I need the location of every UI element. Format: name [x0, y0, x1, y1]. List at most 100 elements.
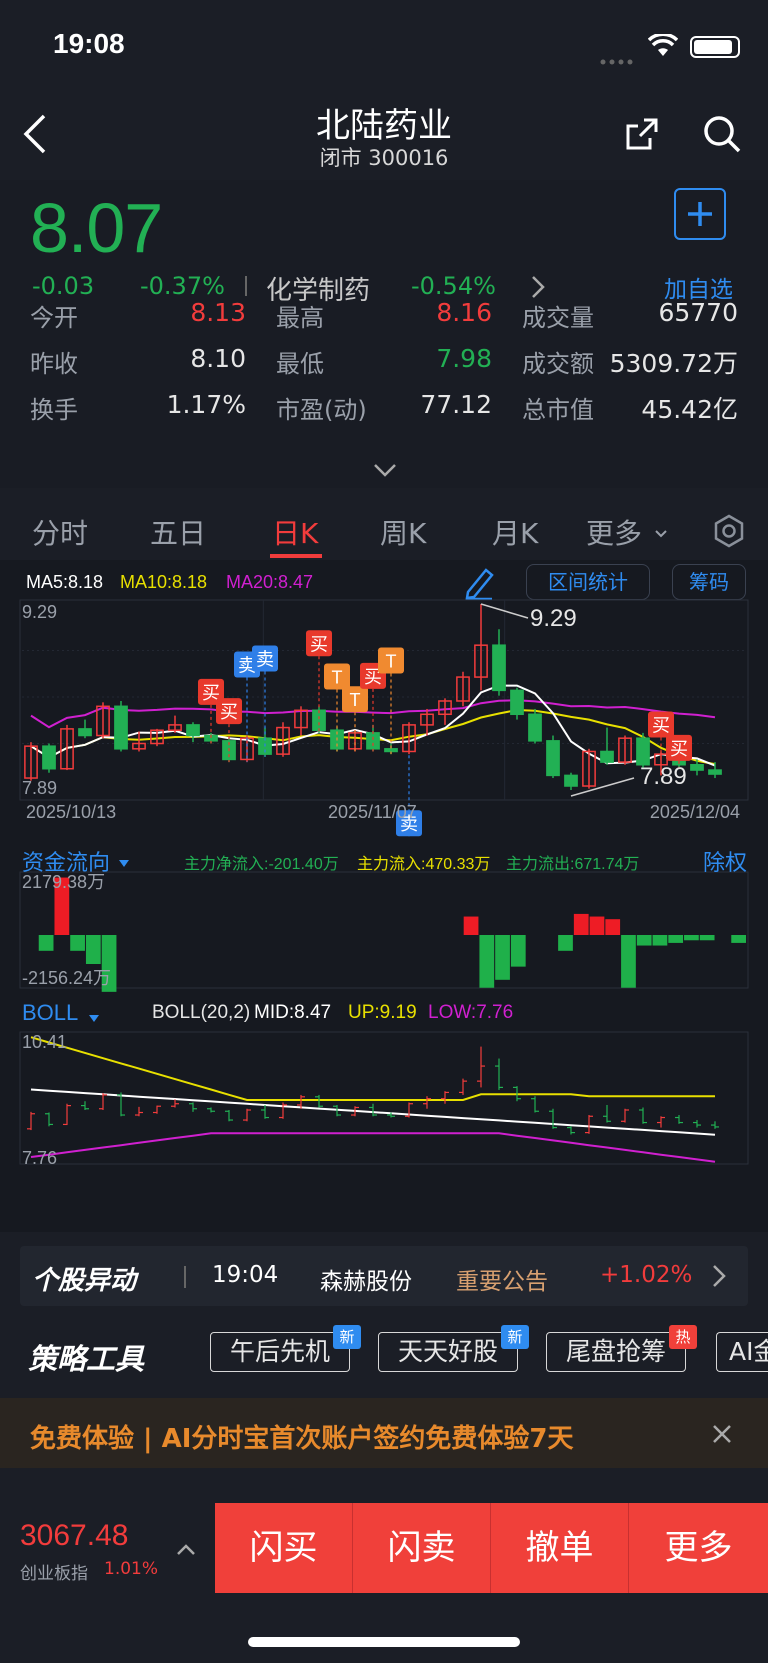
- current-price: 8.07: [30, 189, 163, 267]
- settings-hexagon-icon[interactable]: [712, 514, 746, 552]
- y-max-label: 9.29: [22, 602, 57, 622]
- chip-closing-grab[interactable]: 尾盘抢筹热: [546, 1325, 697, 1372]
- chip-afternoon[interactable]: 午后先机新: [210, 1325, 361, 1372]
- flash-buy-button[interactable]: 闪买: [215, 1503, 352, 1593]
- boll-low: LOW:7.76: [428, 1002, 514, 1023]
- boll-max-label: 10.41: [22, 1032, 67, 1052]
- close-icon[interactable]: [712, 1424, 732, 1448]
- stat-label: 昨收: [30, 350, 78, 378]
- tab-monthly-k[interactable]: 月K: [492, 512, 538, 552]
- boll-title[interactable]: BOLL: [22, 1000, 78, 1026]
- candle: [528, 713, 542, 742]
- alert-pct: +1.02%: [600, 1262, 693, 1288]
- chart-area[interactable]: MA5:8.18 MA10:8.18 MA20:8.47 区间统计 筹码 9.2…: [0, 560, 768, 1232]
- more-actions-button[interactable]: 更多: [629, 1503, 768, 1593]
- tab-more[interactable]: 更多: [586, 512, 642, 552]
- candle: [186, 724, 200, 737]
- date-start: 2025/10/13: [26, 802, 116, 822]
- trade-mark-label: T: [386, 652, 397, 672]
- ex-rights-button[interactable]: 除权: [703, 845, 747, 877]
- trade-mark-label: 买: [220, 702, 238, 722]
- trade-mark-label: 卖: [256, 650, 274, 670]
- divider: [352, 1503, 353, 1593]
- strategy-tools-bar: 策略工具 午后先机新 天天好股新 尾盘抢筹热 AI金: [0, 1318, 768, 1398]
- chevron-right-icon[interactable]: [712, 1264, 726, 1292]
- candle: [366, 732, 380, 750]
- stat-value: 1.17%: [166, 390, 246, 419]
- fund-bar: [510, 935, 526, 967]
- alert-stock: 森赫股份: [320, 1269, 412, 1295]
- fund-bar: [38, 935, 54, 951]
- chip-ai[interactable]: AI金: [716, 1332, 768, 1372]
- fund-bar: [70, 935, 85, 951]
- stat-label: 最高: [276, 304, 324, 332]
- candle: [384, 748, 398, 753]
- fund-bar: [731, 935, 746, 943]
- battery-icon: [690, 36, 740, 58]
- wifi-icon: [647, 32, 679, 62]
- candle: [42, 745, 56, 770]
- trade-mark-label: T: [350, 690, 361, 710]
- stat-label: 成交量: [522, 304, 594, 332]
- tab-active-indicator: [270, 554, 322, 558]
- date-mid: 2025/11/07: [328, 802, 417, 822]
- stat-value: 7.98: [436, 344, 492, 373]
- stat-value: 8.10: [190, 344, 246, 373]
- hidden-tabs-strip: [0, 1478, 768, 1503]
- add-watchlist-button[interactable]: [674, 188, 726, 240]
- candle: [78, 728, 92, 737]
- fund-bar: [684, 935, 699, 941]
- tab-five-day[interactable]: 五日: [150, 512, 206, 552]
- stock-alert-banner[interactable]: 个股异动 19:04 森赫股份 重要公告 +1.02%: [20, 1246, 748, 1306]
- cancel-order-button[interactable]: 撤单: [491, 1503, 628, 1593]
- expand-chevron-icon[interactable]: [372, 462, 398, 482]
- low-label: 7.89: [640, 763, 687, 790]
- stat-label: 最低: [276, 350, 324, 378]
- chevron-down-icon: [654, 524, 668, 543]
- promo-banner[interactable]: 免费体验 | AI分时宝首次账户签约免费体验7天: [0, 1398, 768, 1468]
- fund-bar: [699, 935, 715, 941]
- boll-dropdown-icon[interactable]: [88, 1009, 100, 1028]
- stat-value: 65770: [658, 298, 738, 327]
- candle: [114, 705, 128, 750]
- tab-intraday[interactable]: 分时: [32, 512, 88, 552]
- chevron-up-icon[interactable]: [176, 1541, 196, 1560]
- plus-icon: [688, 202, 712, 226]
- trade-mark-label: 买: [310, 634, 328, 654]
- tab-weekly-k[interactable]: 周K: [380, 512, 426, 552]
- trade-mark-label: 买: [670, 739, 688, 759]
- fund-bar: [463, 916, 479, 935]
- boll-min-label: 7.76: [22, 1148, 57, 1168]
- fund-bar: [479, 935, 495, 988]
- fund-bar: [621, 935, 636, 988]
- search-icon[interactable]: [702, 114, 742, 158]
- divider: [184, 1266, 186, 1288]
- status-bar: 19:08: [0, 0, 768, 90]
- boll-mid: MID:8.47: [254, 1002, 332, 1023]
- index-name: 创业板指: [20, 1564, 88, 1584]
- index-value: 3067.48: [20, 1519, 129, 1552]
- fund-bar: [495, 935, 510, 980]
- fund-bar: [573, 913, 589, 935]
- share-icon[interactable]: [622, 114, 662, 158]
- fund-bar: [605, 919, 621, 935]
- bottom-bar: 3067.48 创业板指 1.01% 闪买 闪卖 撤单 更多: [0, 1503, 768, 1663]
- promo-text: 免费体验 | AI分时宝首次账户签约免费体验7天: [30, 1424, 574, 1454]
- stat-label: 总市值: [522, 396, 594, 424]
- stat-value: 8.16: [436, 298, 492, 327]
- signal-icon: [600, 50, 636, 65]
- main-inflow: 主力流入:470.33万: [357, 856, 491, 873]
- candle: [546, 740, 560, 777]
- trade-mark-label: T: [332, 668, 343, 688]
- price-change: -0.03: [32, 272, 95, 300]
- chip-daily-stock[interactable]: 天天好股新: [378, 1325, 529, 1372]
- fund-bar: [85, 935, 101, 964]
- fund-dropdown-icon[interactable]: [118, 854, 130, 873]
- tab-daily-k[interactable]: 日K: [272, 512, 318, 552]
- stat-value: 5309.72万: [609, 349, 738, 378]
- trade-mark-label: 买: [652, 715, 670, 735]
- fund-flow-title[interactable]: 资金流向: [22, 845, 110, 877]
- fund-bar: [558, 935, 573, 951]
- kline-chart[interactable]: 9.297.899.297.89买买卖 卖买TT买T卖买买2025/10/13 20…: [0, 560, 768, 1232]
- flash-sell-button[interactable]: 闪卖: [353, 1503, 490, 1593]
